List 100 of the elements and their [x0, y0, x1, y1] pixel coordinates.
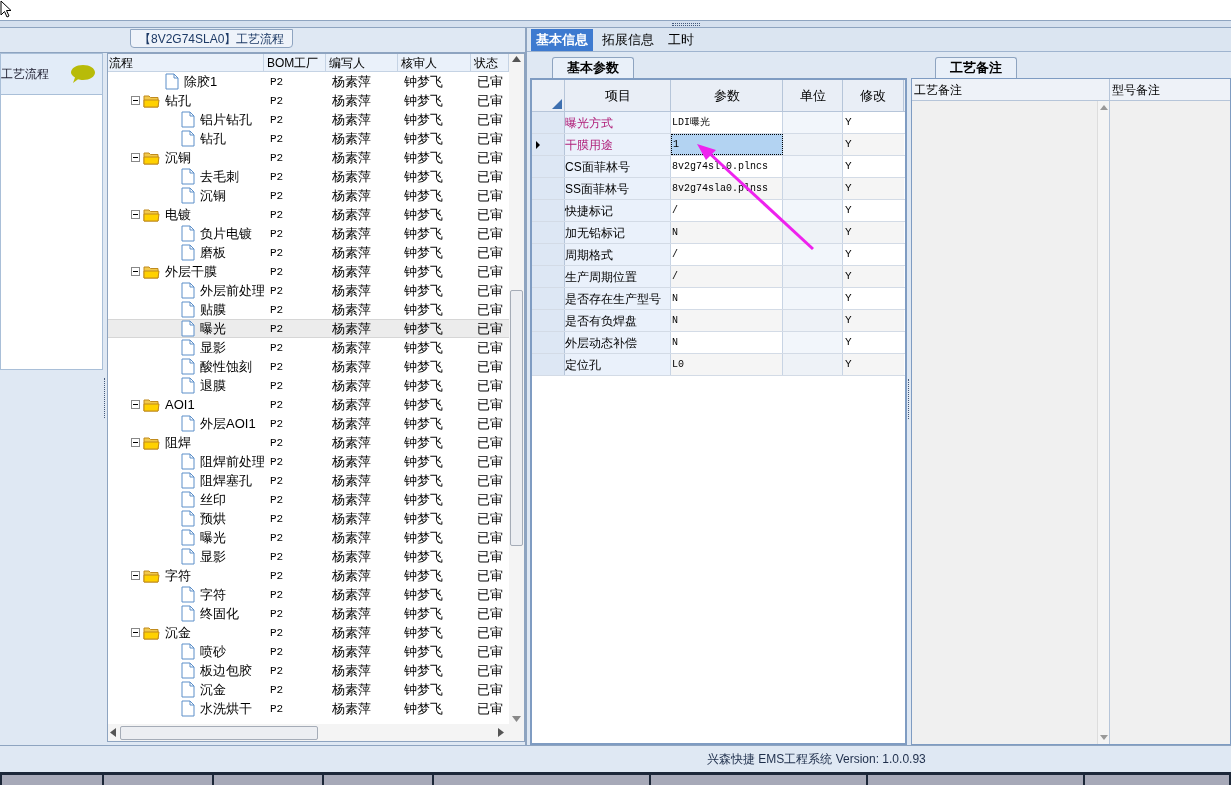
input-field[interactable]: N	[671, 288, 783, 309]
panel-tab[interactable]: 【8V2G74SLA0】工艺流程	[130, 29, 294, 48]
table-cell: 钟梦飞	[404, 339, 443, 355]
tree-row[interactable]: 外层AOI1 P2 杨素萍 钟梦飞 已审	[108, 414, 509, 433]
table-cell: P2	[270, 171, 284, 184]
document-icon	[181, 453, 195, 470]
tree-row[interactable]: 阻焊塞孔 P2 杨素萍 钟梦飞 已审	[108, 471, 509, 490]
tree-row[interactable]: 曝光 P2 杨素萍 钟梦飞 已审	[108, 528, 509, 547]
tree-row[interactable]: 外层干膜 P2 杨素萍 钟梦飞 已审	[108, 262, 509, 281]
collapse-toggle[interactable]	[131, 96, 140, 105]
table-cell: 杨素萍	[332, 510, 371, 526]
table-cell: P2	[270, 589, 284, 602]
tab[interactable]: 基本信息	[531, 29, 593, 51]
document-icon	[181, 700, 195, 717]
collapse-toggle[interactable]	[131, 628, 140, 637]
tree-row[interactable]: 负片电镀 P2 杨素萍 钟梦飞 已审	[108, 224, 509, 243]
vertical-scrollbar[interactable]	[509, 54, 524, 724]
tree-row[interactable]: 阻焊前处理 P2 杨素萍 钟梦飞 已审	[108, 452, 509, 471]
table-cell: 杨素萍	[332, 662, 371, 678]
scrollbar-thumb[interactable]	[510, 290, 523, 546]
tree-row[interactable]: 酸性蚀刻 P2 杨素萍 钟梦飞 已审	[108, 357, 509, 376]
horizontal-scrollbar[interactable]	[108, 724, 524, 741]
scroll-left-icon[interactable]	[110, 728, 116, 737]
table-cell: 钟梦飞	[404, 225, 443, 241]
corner-icon	[552, 99, 562, 109]
tree-row[interactable]: 终固化 P2 杨素萍 钟梦飞 已审	[108, 604, 509, 623]
table-cell: P2	[270, 627, 284, 640]
tree-row[interactable]: AOI1 P2 杨素萍 钟梦飞 已审	[108, 395, 509, 414]
table-cell: 杨素萍	[332, 358, 371, 374]
input-field[interactable]: N	[671, 310, 783, 331]
input-field[interactable]: L0	[671, 354, 783, 375]
scroll-up-icon[interactable]	[512, 56, 521, 62]
tree-row[interactable]: 除胶1 P2 杨素萍 钟梦飞 已审	[108, 72, 509, 91]
document-icon	[181, 244, 195, 261]
tree-row[interactable]: 显影 P2 杨素萍 钟梦飞 已审	[108, 338, 509, 357]
scroll-right-icon[interactable]	[498, 728, 504, 737]
table-cell: 钟梦飞	[404, 567, 443, 583]
tree-row[interactable]: 贴膜 P2 杨素萍 钟梦飞 已审	[108, 300, 509, 319]
document-icon	[181, 472, 195, 489]
input-field[interactable]: LDI曝光	[671, 112, 783, 133]
table-cell: 钟梦飞	[404, 605, 443, 621]
table-cell: 生产周期位置	[565, 266, 671, 287]
tree-row[interactable]: 沉铜 P2 杨素萍 钟梦飞 已审	[108, 148, 509, 167]
collapse-toggle[interactable]	[131, 153, 140, 162]
input-field[interactable]: /	[671, 266, 783, 287]
tree-row[interactable]: 沉金 P2 杨素萍 钟梦飞 已审	[108, 680, 509, 699]
collapse-toggle[interactable]	[131, 267, 140, 276]
input-field[interactable]: N	[671, 332, 783, 353]
tree-row[interactable]: 字符 P2 杨素萍 钟梦飞 已审	[108, 566, 509, 585]
tree-row[interactable]: 喷砂 P2 杨素萍 钟梦飞 已审	[108, 642, 509, 661]
table-cell: CS面菲林号	[565, 156, 671, 177]
scroll-down-icon[interactable]	[1099, 735, 1108, 740]
tree-row[interactable]: 磨板 P2 杨素萍 钟梦飞 已审	[108, 243, 509, 262]
collapse-toggle[interactable]	[131, 210, 140, 219]
input-field[interactable]: /	[671, 244, 783, 265]
tree-row[interactable]: 阻焊 P2 杨素萍 钟梦飞 已审	[108, 433, 509, 452]
tree-row[interactable]: 板边包胶 P2 杨素萍 钟梦飞 已审	[108, 661, 509, 680]
document-icon	[181, 529, 195, 546]
tree-row[interactable]: 预烘 P2 杨素萍 钟梦飞 已审	[108, 509, 509, 528]
tab[interactable]: 工时	[663, 29, 699, 51]
scrollbar-thumb[interactable]	[120, 725, 318, 740]
tree-node-label: 钻孔	[165, 91, 191, 110]
splitter-grip[interactable]	[671, 22, 700, 26]
panel-tab[interactable]: 基本参数	[552, 57, 634, 78]
tree-row[interactable]: 沉金 P2 杨素萍 钟梦飞 已审	[108, 623, 509, 642]
table-cell: 杨素萍	[332, 92, 371, 108]
tree-row[interactable]: 曝光 P2 杨素萍 钟梦飞 已审	[108, 319, 509, 338]
tree-row[interactable]: 去毛刺 P2 杨素萍 钟梦飞 已审	[108, 167, 509, 186]
tab[interactable]: 拓展信息	[597, 29, 659, 51]
tree-node-label: 外层干膜	[165, 262, 217, 281]
tree-row[interactable]: 水洗烘干 P2 杨素萍 钟梦飞 已审	[108, 699, 509, 718]
tree-row[interactable]: 外层前处理 P2 杨素萍 钟梦飞 已审	[108, 281, 509, 300]
tree-node-label: 负片电镀	[200, 224, 252, 243]
tree-row[interactable]: 字符 P2 杨素萍 钟梦飞 已审	[108, 585, 509, 604]
table-cell: 已审	[477, 111, 503, 127]
tree-row[interactable]: 铝片钻孔 P2 杨素萍 钟梦飞 已审	[108, 110, 509, 129]
tree-row[interactable]: 丝印 P2 杨素萍 钟梦飞 已审	[108, 490, 509, 509]
tree-row[interactable]: 显影 P2 杨素萍 钟梦飞 已审	[108, 547, 509, 566]
input-field[interactable]: /	[671, 200, 783, 221]
tree-row[interactable]: 钻孔 P2 杨素萍 钟梦飞 已审	[108, 91, 509, 110]
scroll-down-icon[interactable]	[512, 716, 521, 722]
tree-row[interactable]: 沉铜 P2 杨素萍 钟梦飞 已审	[108, 186, 509, 205]
panel-tab[interactable]: 工艺备注	[935, 57, 1017, 78]
collapse-toggle[interactable]	[131, 438, 140, 447]
collapse-toggle[interactable]	[131, 571, 140, 580]
tree-row[interactable]: 退膜 P2 杨素萍 钟梦飞 已审	[108, 376, 509, 395]
tree-row[interactable]: 钻孔 P2 杨素萍 钟梦飞 已审	[108, 129, 509, 148]
tree-node-label: 酸性蚀刻	[200, 357, 252, 376]
table-cell: 杨素萍	[332, 605, 371, 621]
splitter-handle[interactable]	[104, 377, 106, 418]
input-field[interactable]: N	[671, 222, 783, 243]
table-cell: P2	[270, 247, 284, 260]
splitter-handle[interactable]	[908, 378, 910, 419]
tree-node-label: 去毛刺	[200, 167, 239, 186]
input-field[interactable]: 1	[671, 134, 783, 155]
tree-row[interactable]: 电镀 P2 杨素萍 钟梦飞 已审	[108, 205, 509, 224]
collapse-toggle[interactable]	[131, 400, 140, 409]
folder-icon	[143, 150, 160, 165]
vertical-scrollbar[interactable]	[1097, 101, 1109, 744]
row-header[interactable]	[532, 134, 565, 155]
